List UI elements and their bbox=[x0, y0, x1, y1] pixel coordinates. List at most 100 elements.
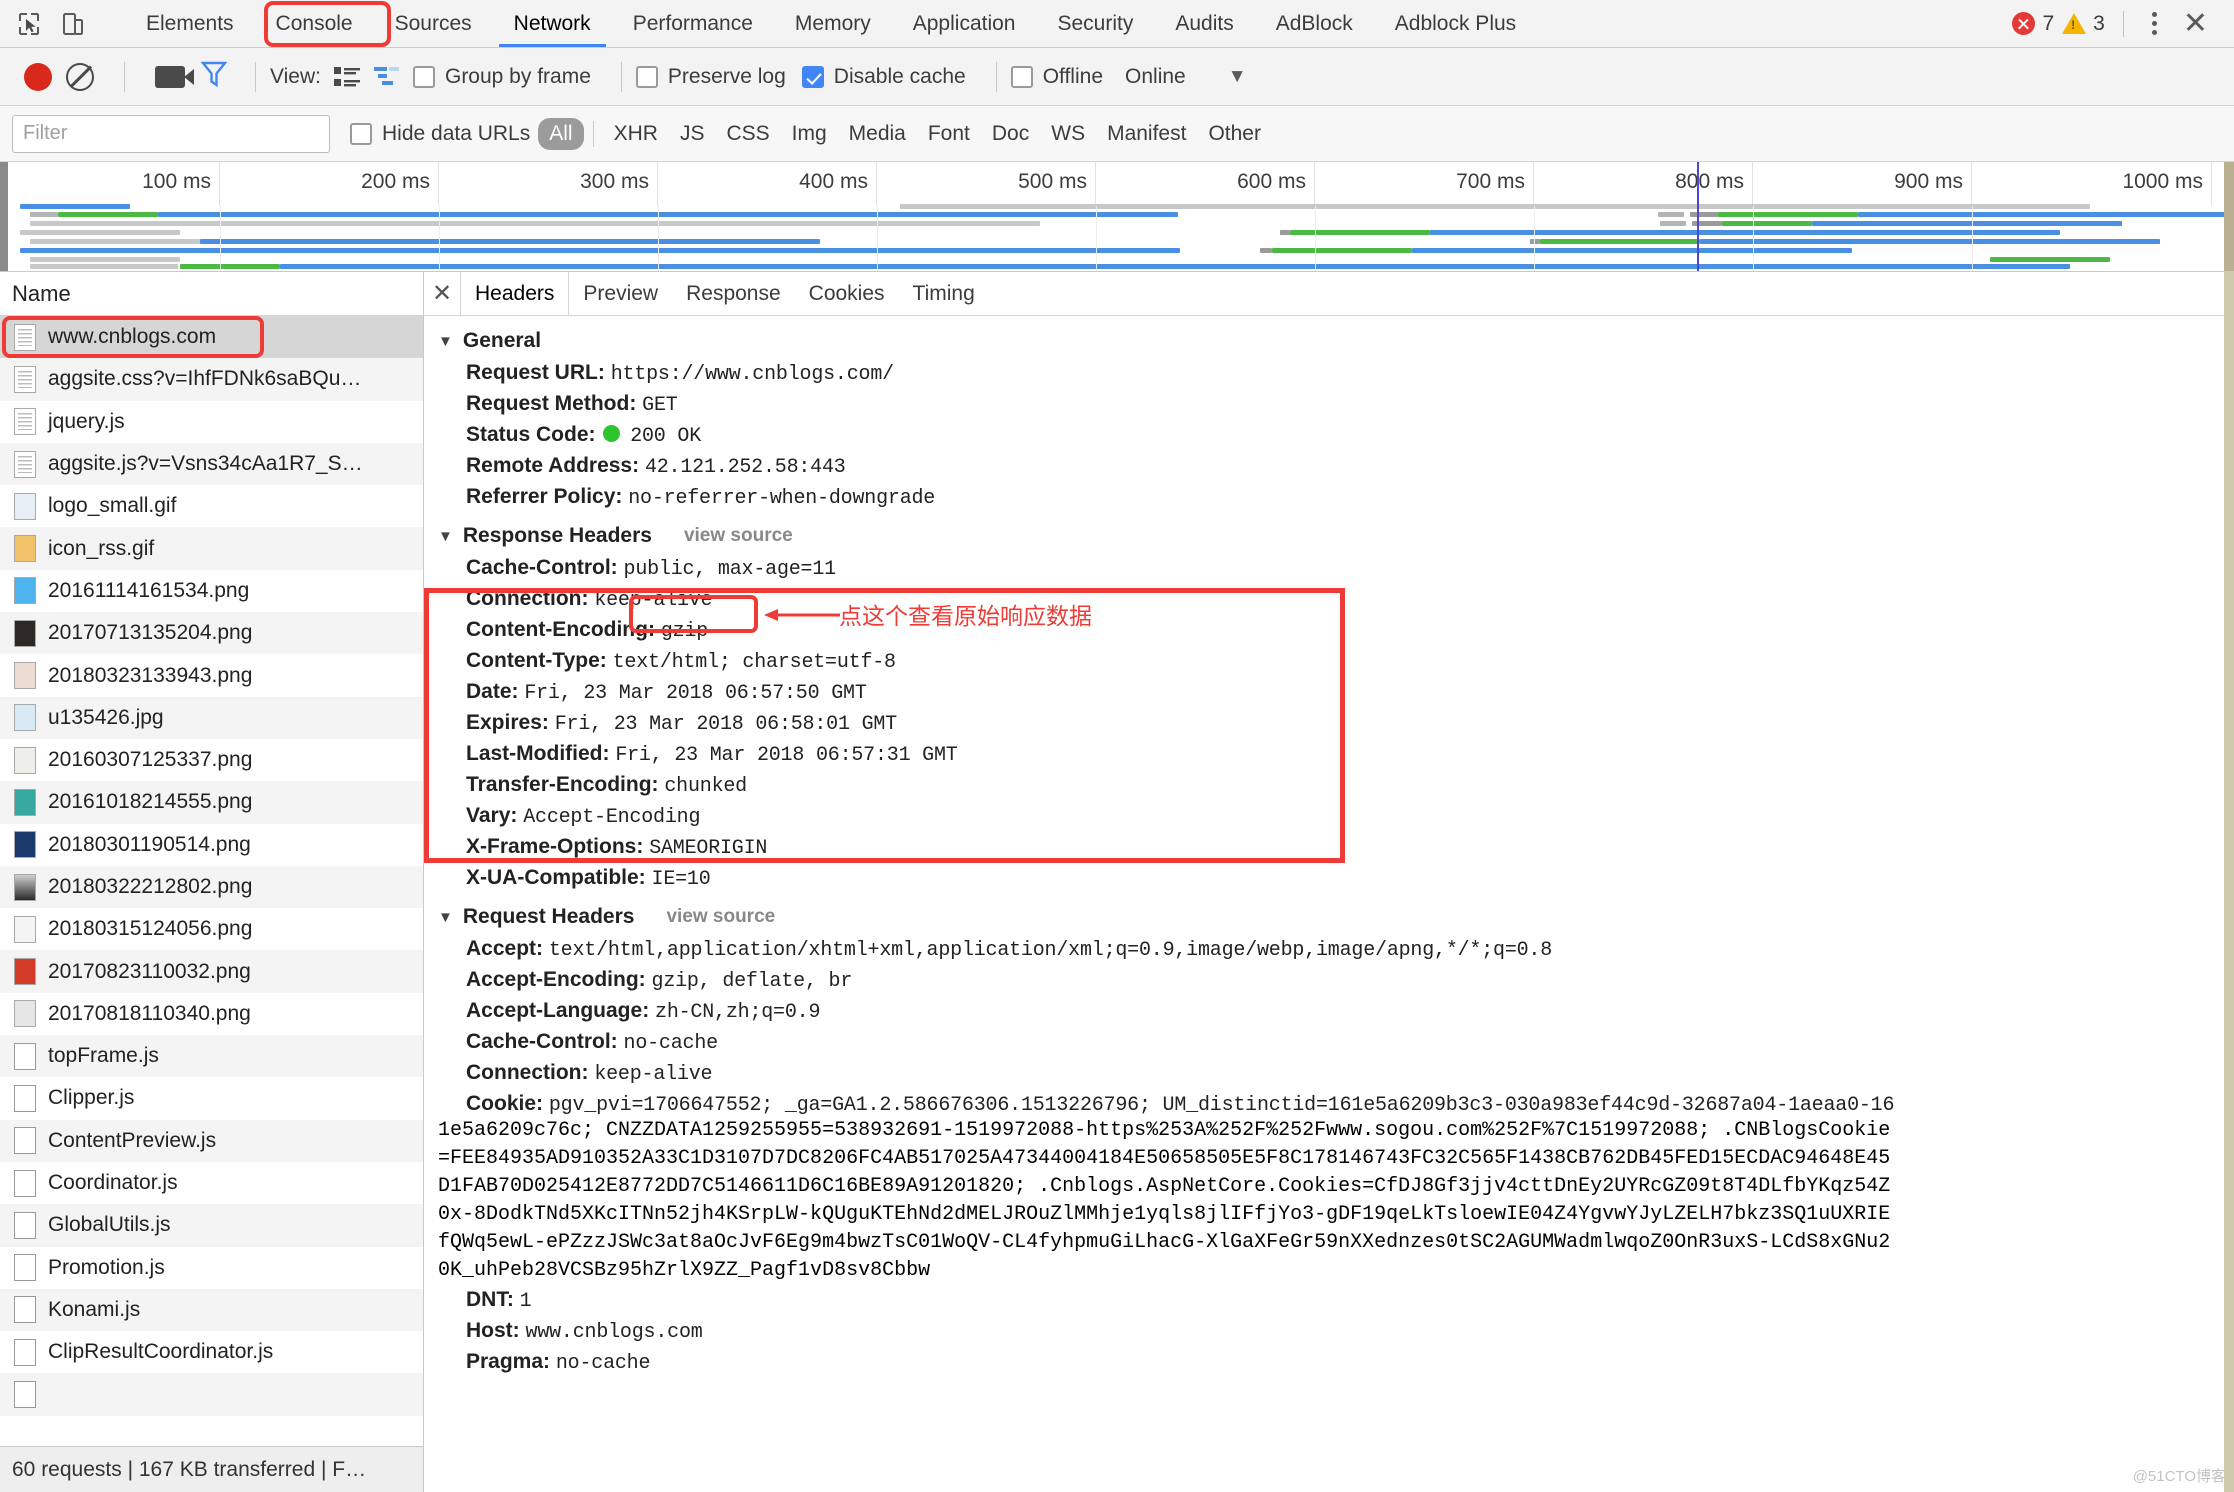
request-row-partial[interactable] bbox=[0, 1373, 423, 1415]
filter-pill-all[interactable]: All bbox=[538, 118, 583, 150]
device-toolbar-icon[interactable] bbox=[58, 9, 88, 39]
offline-checkbox[interactable]: Offline bbox=[1011, 65, 1103, 89]
header-value: text/html; charset=utf-8 bbox=[613, 651, 896, 674]
header-value: zh-CN,zh;q=0.9 bbox=[655, 1001, 820, 1024]
request-list-column-header[interactable]: Name bbox=[0, 272, 423, 316]
devtools-window: Elements Console Sources Network Perform… bbox=[0, 0, 2234, 1492]
request-row[interactable]: 20180322212802.png bbox=[0, 866, 423, 908]
filter-pill-media[interactable]: Media bbox=[838, 118, 917, 150]
request-row[interactable]: 20170713135204.png bbox=[0, 612, 423, 654]
tab-memory[interactable]: Memory bbox=[774, 0, 892, 47]
document-icon bbox=[14, 451, 36, 478]
request-row[interactable]: 20180323133943.png bbox=[0, 654, 423, 696]
tab-network[interactable]: Network bbox=[493, 0, 612, 47]
filter-icon[interactable] bbox=[201, 60, 227, 93]
header-row-date: Date: Fri, 23 Mar 2018 06:57:50 GMT bbox=[424, 677, 2234, 708]
request-row[interactable]: 20170818110340.png bbox=[0, 993, 423, 1035]
tab-security[interactable]: Security bbox=[1036, 0, 1154, 47]
tab-response[interactable]: Response bbox=[672, 272, 795, 315]
filter-input[interactable] bbox=[12, 115, 330, 153]
timeline-request-bars bbox=[0, 202, 2234, 271]
request-row[interactable]: aggsite.css?v=IhfFDNk6saBQu… bbox=[0, 358, 423, 400]
filter-pill-xhr[interactable]: XHR bbox=[603, 118, 669, 150]
network-timeline-overview[interactable]: 100 ms 200 ms 300 ms 400 ms 500 ms 600 m… bbox=[0, 162, 2234, 272]
filter-pill-css[interactable]: CSS bbox=[715, 118, 780, 150]
tab-label: Adblock Plus bbox=[1395, 12, 1516, 36]
request-row[interactable]: topFrame.js bbox=[0, 1035, 423, 1077]
tab-performance[interactable]: Performance bbox=[612, 0, 774, 47]
chevron-down-icon[interactable]: ▼ bbox=[1228, 66, 1247, 88]
section-request-headers-header[interactable]: ▼ Request Headers view source bbox=[424, 900, 2234, 934]
tab-adblock-plus[interactable]: Adblock Plus bbox=[1374, 0, 1537, 47]
tab-timing[interactable]: Timing bbox=[899, 272, 989, 315]
request-list-body[interactable]: www.cnblogs.com aggsite.css?v=IhfFDNk6sa… bbox=[0, 316, 423, 1446]
document-icon bbox=[14, 324, 36, 351]
filter-pill-manifest[interactable]: Manifest bbox=[1096, 118, 1197, 150]
record-button[interactable] bbox=[24, 63, 52, 91]
warning-count-badge[interactable]: 3 bbox=[2062, 12, 2105, 36]
request-name: aggsite.js?v=Vsns34cAa1R7_S… bbox=[48, 452, 363, 476]
group-by-frame-checkbox[interactable]: Group by frame bbox=[413, 65, 591, 89]
request-row[interactable]: GlobalUtils.js bbox=[0, 1204, 423, 1246]
request-row[interactable]: logo_small.gif bbox=[0, 485, 423, 527]
filter-pill-other[interactable]: Other bbox=[1197, 118, 1272, 150]
tab-elements[interactable]: Elements bbox=[125, 0, 255, 47]
request-row[interactable]: 20161018214555.png bbox=[0, 781, 423, 823]
capture-screenshots-icon[interactable] bbox=[155, 66, 185, 88]
request-name: 20160307125337.png bbox=[48, 748, 252, 772]
tab-preview[interactable]: Preview bbox=[569, 272, 672, 315]
tab-headers[interactable]: Headers bbox=[460, 272, 569, 315]
request-row[interactable]: jquery.js bbox=[0, 401, 423, 443]
section-response-headers-header[interactable]: ▼ Response Headers view source bbox=[424, 519, 2234, 553]
request-row[interactable]: 20180315124056.png bbox=[0, 908, 423, 950]
filter-pill-js[interactable]: JS bbox=[669, 118, 716, 150]
filter-pill-font[interactable]: Font bbox=[917, 118, 981, 150]
view-source-response-button[interactable]: view source bbox=[684, 525, 793, 547]
request-row[interactable]: 20170823110032.png bbox=[0, 950, 423, 992]
request-row[interactable]: Clipper.js bbox=[0, 1077, 423, 1119]
request-row[interactable]: 20160307125337.png bbox=[0, 739, 423, 781]
cookie-value-line: 1e5a6209c76c; CNZZDATA1259255955=5389326… bbox=[424, 1117, 2234, 1145]
tab-label: Console bbox=[276, 12, 353, 36]
tab-audits[interactable]: Audits bbox=[1154, 0, 1254, 47]
disable-cache-checkbox[interactable]: Disable cache bbox=[802, 65, 966, 89]
tab-application[interactable]: Application bbox=[892, 0, 1037, 47]
request-row[interactable]: 20180301190514.png bbox=[0, 824, 423, 866]
request-row-selected[interactable]: www.cnblogs.com bbox=[0, 316, 423, 358]
cursor-inspect-icon[interactable] bbox=[14, 9, 44, 39]
filter-pill-ws[interactable]: WS bbox=[1040, 118, 1096, 150]
list-view-icon[interactable] bbox=[333, 65, 361, 89]
request-row[interactable]: icon_rss.gif bbox=[0, 527, 423, 569]
hide-data-urls-checkbox[interactable]: Hide data URLs bbox=[350, 122, 530, 146]
close-detail-icon[interactable]: ✕ bbox=[424, 272, 460, 315]
more-options-icon[interactable] bbox=[2142, 6, 2167, 41]
request-row[interactable]: aggsite.js?v=Vsns34cAa1R7_S… bbox=[0, 443, 423, 485]
header-row-expires: Expires: Fri, 23 Mar 2018 06:58:01 GMT bbox=[424, 708, 2234, 739]
timeline-tick: 600 ms bbox=[1096, 162, 1315, 206]
filter-pill-img[interactable]: Img bbox=[781, 118, 838, 150]
request-row[interactable]: 20161114161534.png bbox=[0, 570, 423, 612]
request-row[interactable]: ContentPreview.js bbox=[0, 1120, 423, 1162]
tab-cookies[interactable]: Cookies bbox=[795, 272, 899, 315]
error-count-badge[interactable]: 7 bbox=[2012, 12, 2054, 36]
tab-adblock[interactable]: AdBlock bbox=[1255, 0, 1374, 47]
request-row[interactable]: Coordinator.js bbox=[0, 1162, 423, 1204]
request-row[interactable]: ClipResultCoordinator.js bbox=[0, 1331, 423, 1373]
request-row[interactable]: Promotion.js bbox=[0, 1247, 423, 1289]
request-row[interactable]: u135426.jpg bbox=[0, 697, 423, 739]
tab-label: Network bbox=[514, 12, 591, 36]
preserve-log-checkbox[interactable]: Preserve log bbox=[636, 65, 786, 89]
view-source-request-button[interactable]: view source bbox=[666, 906, 775, 928]
waterfall-view-icon[interactable] bbox=[373, 65, 401, 89]
close-icon[interactable]: ✕ bbox=[2175, 9, 2216, 39]
section-general-header[interactable]: ▼ General bbox=[424, 324, 2234, 358]
image-icon bbox=[14, 958, 36, 985]
throttling-select[interactable]: Online bbox=[1125, 65, 1186, 89]
tab-console[interactable]: Console bbox=[255, 0, 374, 47]
tab-sources[interactable]: Sources bbox=[374, 0, 493, 47]
filter-pill-doc[interactable]: Doc bbox=[981, 118, 1040, 150]
clear-icon[interactable] bbox=[66, 63, 94, 91]
request-row[interactable]: Konami.js bbox=[0, 1289, 423, 1331]
detail-scrollbar[interactable] bbox=[2224, 272, 2234, 1492]
view-label: View: bbox=[270, 65, 321, 89]
